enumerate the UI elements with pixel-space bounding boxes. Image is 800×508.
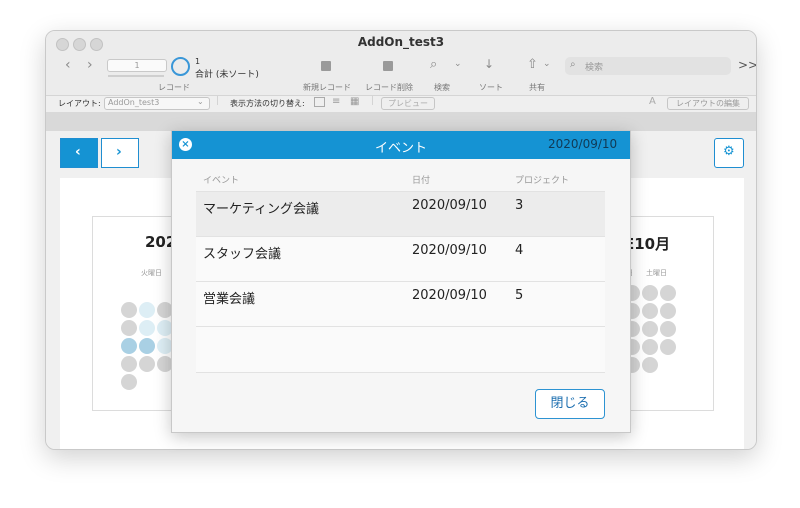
- edit-layout-button[interactable]: レイアウトの編集: [667, 97, 749, 110]
- event-project: 3: [515, 198, 524, 213]
- record-progress-icon: [171, 57, 190, 76]
- chevron-right-icon: ›: [116, 144, 122, 160]
- new-record-button[interactable]: 新規レコード: [303, 82, 351, 93]
- layout-label: レイアウト:: [58, 99, 101, 108]
- record-status: 合計 (未ソート): [195, 70, 259, 80]
- event-name: 営業会議: [203, 292, 256, 307]
- event-project: 4: [515, 243, 524, 258]
- text-format-icon[interactable]: A: [649, 96, 656, 107]
- event-dialog: × イベント 2020/09/10 イベント 日付 プロジェクト マーケティング…: [171, 130, 631, 433]
- close-dialog-button[interactable]: 閉じる: [535, 389, 605, 419]
- new-record-icon[interactable]: [321, 61, 331, 71]
- settings-button[interactable]: ⚙: [714, 138, 744, 168]
- search-placeholder: 検索: [585, 63, 604, 73]
- record-slider[interactable]: [108, 75, 164, 77]
- table-row[interactable]: スタッフ会議 2020/09/10 4: [196, 236, 605, 281]
- record-count: 1: [195, 57, 201, 66]
- event-name: スタッフ会議: [203, 247, 282, 262]
- sort-button[interactable]: ソート: [479, 82, 503, 93]
- layout-select-value: AddOn_test3: [108, 98, 160, 107]
- share-button[interactable]: 共有: [529, 82, 545, 93]
- delete-record-button[interactable]: レコード削除: [365, 82, 413, 93]
- find-icon[interactable]: ⌕: [430, 57, 437, 72]
- find-button[interactable]: 検索: [434, 82, 450, 93]
- table-view-icon[interactable]: ▦: [350, 96, 359, 107]
- weekday-label: 火曜日: [141, 269, 162, 277]
- column-header-event: イベント: [203, 176, 240, 186]
- window-title: AddOn_test3: [357, 35, 445, 49]
- separator: |: [216, 96, 220, 106]
- prev-month-button[interactable]: ‹: [60, 138, 98, 168]
- event-date: 2020/09/10: [412, 243, 487, 258]
- layout-bar: レイアウト: AddOn_test3 ⌄ | 表示方法の切り替え: ≡ ▦ | …: [46, 95, 756, 113]
- event-project: 5: [515, 288, 524, 303]
- event-name: マーケティング会議: [203, 202, 319, 217]
- layout-header-band: [46, 112, 756, 131]
- share-dropdown-icon[interactable]: ⌄: [543, 59, 551, 69]
- calendar-month-right: E10月 日 土曜日: [623, 216, 714, 411]
- prev-record-icon[interactable]: ‹: [65, 57, 71, 73]
- layout-select[interactable]: AddOn_test3 ⌄: [104, 97, 210, 110]
- column-header-project: プロジェクト: [515, 176, 570, 186]
- table-row[interactable]: 営業会議 2020/09/10 5: [196, 281, 605, 326]
- column-header-date: 日付: [412, 176, 431, 186]
- record-label: レコード: [158, 83, 190, 92]
- sort-icon[interactable]: ↓: [484, 57, 494, 71]
- delete-record-icon[interactable]: [383, 61, 393, 71]
- dialog-date: 2020/09/10: [548, 137, 618, 151]
- list-view-icon[interactable]: ≡: [332, 96, 340, 107]
- toolbar-overflow-button[interactable]: >>: [738, 58, 756, 72]
- preview-button[interactable]: プレビュー: [381, 97, 435, 110]
- dialog-header: × イベント 2020/09/10: [172, 131, 630, 159]
- share-icon[interactable]: ⇧: [527, 57, 538, 72]
- table-row-empty: [196, 326, 605, 373]
- gear-icon: ⚙: [723, 144, 735, 159]
- record-number-field[interactable]: 1: [107, 59, 167, 72]
- weekday-label: 土曜日: [646, 269, 667, 277]
- separator: |: [371, 96, 375, 106]
- find-dropdown-icon[interactable]: ⌄: [454, 59, 462, 69]
- search-icon: ⌕: [570, 59, 576, 70]
- table-row[interactable]: マーケティング会議 2020/09/10 3: [196, 191, 605, 236]
- event-date: 2020/09/10: [412, 198, 487, 213]
- next-month-button[interactable]: ›: [101, 138, 139, 168]
- title-bar: AddOn_test3 ‹ › 1 1 合計 (未ソート) レコード 新規レコー…: [46, 31, 756, 124]
- search-field[interactable]: ⌕ 検索: [565, 57, 731, 75]
- chevron-left-icon: ‹: [75, 144, 81, 160]
- day-dots-right[interactable]: [624, 285, 694, 385]
- form-view-icon[interactable]: [314, 97, 325, 107]
- next-record-icon[interactable]: ›: [87, 57, 93, 73]
- chevron-down-icon: ⌄: [197, 97, 204, 106]
- event-date: 2020/09/10: [412, 288, 487, 303]
- view-switch-label: 表示方法の切り替え:: [230, 99, 305, 108]
